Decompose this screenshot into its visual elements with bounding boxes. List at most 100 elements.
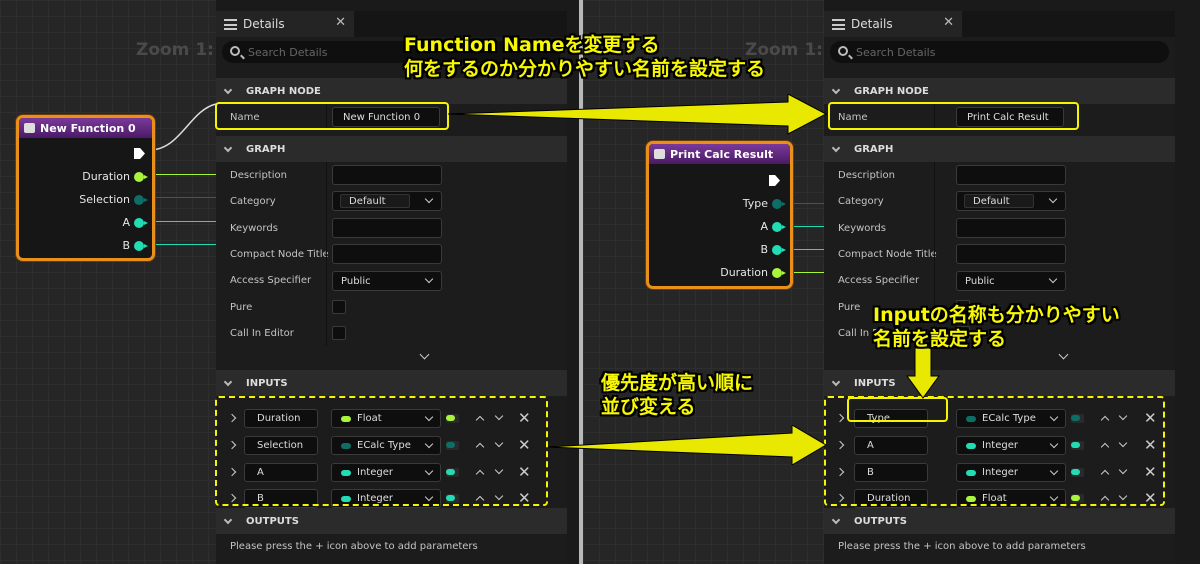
section-title: GRAPH NODE xyxy=(246,85,321,97)
close-icon[interactable]: ✕ xyxy=(943,15,954,30)
call-in-editor-checkbox[interactable] xyxy=(332,326,346,340)
annotation-text: 名前を設定する xyxy=(873,328,1007,350)
pin-label: Selection xyxy=(79,193,130,206)
pin-label: B xyxy=(760,243,768,256)
highlight-inputs-box xyxy=(215,396,548,506)
tab-details[interactable]: Details ✕ xyxy=(824,11,962,37)
annotation-text: Function Nameを変更する xyxy=(404,34,660,56)
arrow-name xyxy=(448,94,828,135)
pin-row[interactable]: Selection xyxy=(79,193,148,206)
keywords-field[interactable] xyxy=(956,218,1066,238)
search-placeholder: Search Details xyxy=(248,45,328,59)
property-keywords: Keywords xyxy=(216,215,567,241)
annotation-text: 優先度が高い順に xyxy=(601,372,754,394)
node-header: Print Calc Result xyxy=(649,144,790,164)
section-outputs[interactable]: OUTPUTS xyxy=(824,508,1175,534)
section-title: GRAPH xyxy=(854,143,894,155)
wire-b xyxy=(148,244,216,245)
section-title: OUTPUTS xyxy=(246,515,299,527)
category-value: Default xyxy=(964,194,1034,208)
outputs-hint: Please press the + icon above to add par… xyxy=(838,541,1086,552)
pin-label: Type xyxy=(742,197,768,210)
section-graph[interactable]: GRAPH xyxy=(824,136,1175,162)
exec-pin-icon[interactable] xyxy=(134,148,145,159)
graph-canvas[interactable]: Zoom 1:1 Print Calc Result Type A B Dura… xyxy=(583,0,835,564)
search-placeholder: Search Details xyxy=(856,45,936,59)
section-outputs[interactable]: OUTPUTS xyxy=(216,508,567,534)
float-pin-icon[interactable] xyxy=(134,172,148,182)
exec-pin-icon[interactable] xyxy=(769,175,780,186)
function-icon xyxy=(24,123,35,133)
section-title: INPUTS xyxy=(854,377,896,389)
arrow-type xyxy=(906,348,940,399)
section-inputs[interactable]: INPUTS xyxy=(824,370,1175,396)
section-inputs[interactable]: INPUTS xyxy=(216,370,567,396)
pure-checkbox[interactable] xyxy=(332,300,346,314)
enum-pin-icon[interactable] xyxy=(134,195,148,205)
section-title: GRAPH NODE xyxy=(854,85,929,97)
tab-details[interactable]: Details ✕ xyxy=(216,11,354,37)
description-field[interactable] xyxy=(332,165,442,185)
access-value: Public xyxy=(965,275,995,287)
property-label: Description xyxy=(230,169,287,181)
node-title: New Function 0 xyxy=(40,121,136,135)
wire-selection xyxy=(148,197,216,198)
compact-title-field[interactable] xyxy=(332,244,442,264)
annotation-text: Inputの名称も分かりやすい xyxy=(873,304,1120,326)
property-label: Compact Node Title xyxy=(230,248,329,260)
enum-pin-icon[interactable] xyxy=(772,199,786,209)
section-graph[interactable]: GRAPH xyxy=(216,136,567,162)
close-icon[interactable]: ✕ xyxy=(335,15,346,30)
chevron-down-icon xyxy=(223,515,233,525)
node-title: Print Calc Result xyxy=(670,147,774,161)
compact-title-field[interactable] xyxy=(956,244,1066,264)
property-compact-title: Compact Node Title xyxy=(824,241,1175,267)
chevron-down-icon xyxy=(424,194,434,204)
highlight-name-box xyxy=(215,102,449,130)
function-entry-node[interactable]: Print Calc Result Type A B Duration xyxy=(646,141,793,289)
chevron-down-icon xyxy=(1048,194,1058,204)
property-label: Pure xyxy=(230,301,253,313)
integer-pin-icon[interactable] xyxy=(772,222,786,232)
expand-advanced-icon[interactable] xyxy=(1058,349,1069,360)
function-icon xyxy=(654,149,665,159)
zoom-indicator: Zoom 1:1 xyxy=(136,40,226,60)
graph-canvas[interactable]: Zoom 1:1 New Function 0 Duration Selecti… xyxy=(0,0,226,564)
access-dropdown[interactable]: Public xyxy=(956,271,1066,291)
left-editor-view: Zoom 1:1 New Function 0 Duration Selecti… xyxy=(0,0,579,564)
category-dropdown[interactable]: Default xyxy=(332,191,442,211)
access-value: Public xyxy=(341,275,371,287)
pin-row[interactable]: B xyxy=(122,239,148,252)
integer-pin-icon[interactable] xyxy=(772,245,786,255)
chevron-down-icon xyxy=(223,143,233,153)
property-label: Access Specifier xyxy=(230,275,312,286)
section-graph-node[interactable]: GRAPH NODE xyxy=(824,78,1175,104)
property-call-in-editor: Call In Editor xyxy=(216,320,567,346)
pin-label: A xyxy=(122,216,130,229)
pin-row[interactable]: A xyxy=(122,216,148,229)
outputs-hint: Please press the + icon above to add par… xyxy=(230,541,478,552)
property-label: Call In Editor xyxy=(230,327,294,339)
search-input[interactable]: Search Details xyxy=(830,41,1169,63)
access-dropdown[interactable]: Public xyxy=(332,271,442,291)
pin-row[interactable]: A xyxy=(760,220,786,233)
category-dropdown[interactable]: Default xyxy=(956,191,1066,211)
annotation-text: 何をするのか分かりやすい名前を設定する xyxy=(404,58,766,80)
integer-pin-icon[interactable] xyxy=(134,241,148,251)
function-entry-node[interactable]: New Function 0 Duration Selection A B xyxy=(16,115,155,261)
property-access: Access Specifier Public xyxy=(824,267,1175,294)
description-field[interactable] xyxy=(956,165,1066,185)
property-label: Category xyxy=(838,196,884,207)
keywords-field[interactable] xyxy=(332,218,442,238)
pin-row[interactable]: Duration xyxy=(82,170,148,183)
highlight-type-field xyxy=(847,397,948,422)
property-access: Access Specifier Public xyxy=(216,267,567,294)
pin-row[interactable]: B xyxy=(760,243,786,256)
integer-pin-icon[interactable] xyxy=(134,218,148,228)
float-pin-icon[interactable] xyxy=(772,268,786,278)
pin-row[interactable]: Duration xyxy=(720,266,786,279)
section-title: INPUTS xyxy=(246,377,288,389)
expand-advanced-icon[interactable] xyxy=(419,349,430,360)
pin-row[interactable]: Type xyxy=(742,197,786,210)
wire-duration xyxy=(148,174,216,175)
